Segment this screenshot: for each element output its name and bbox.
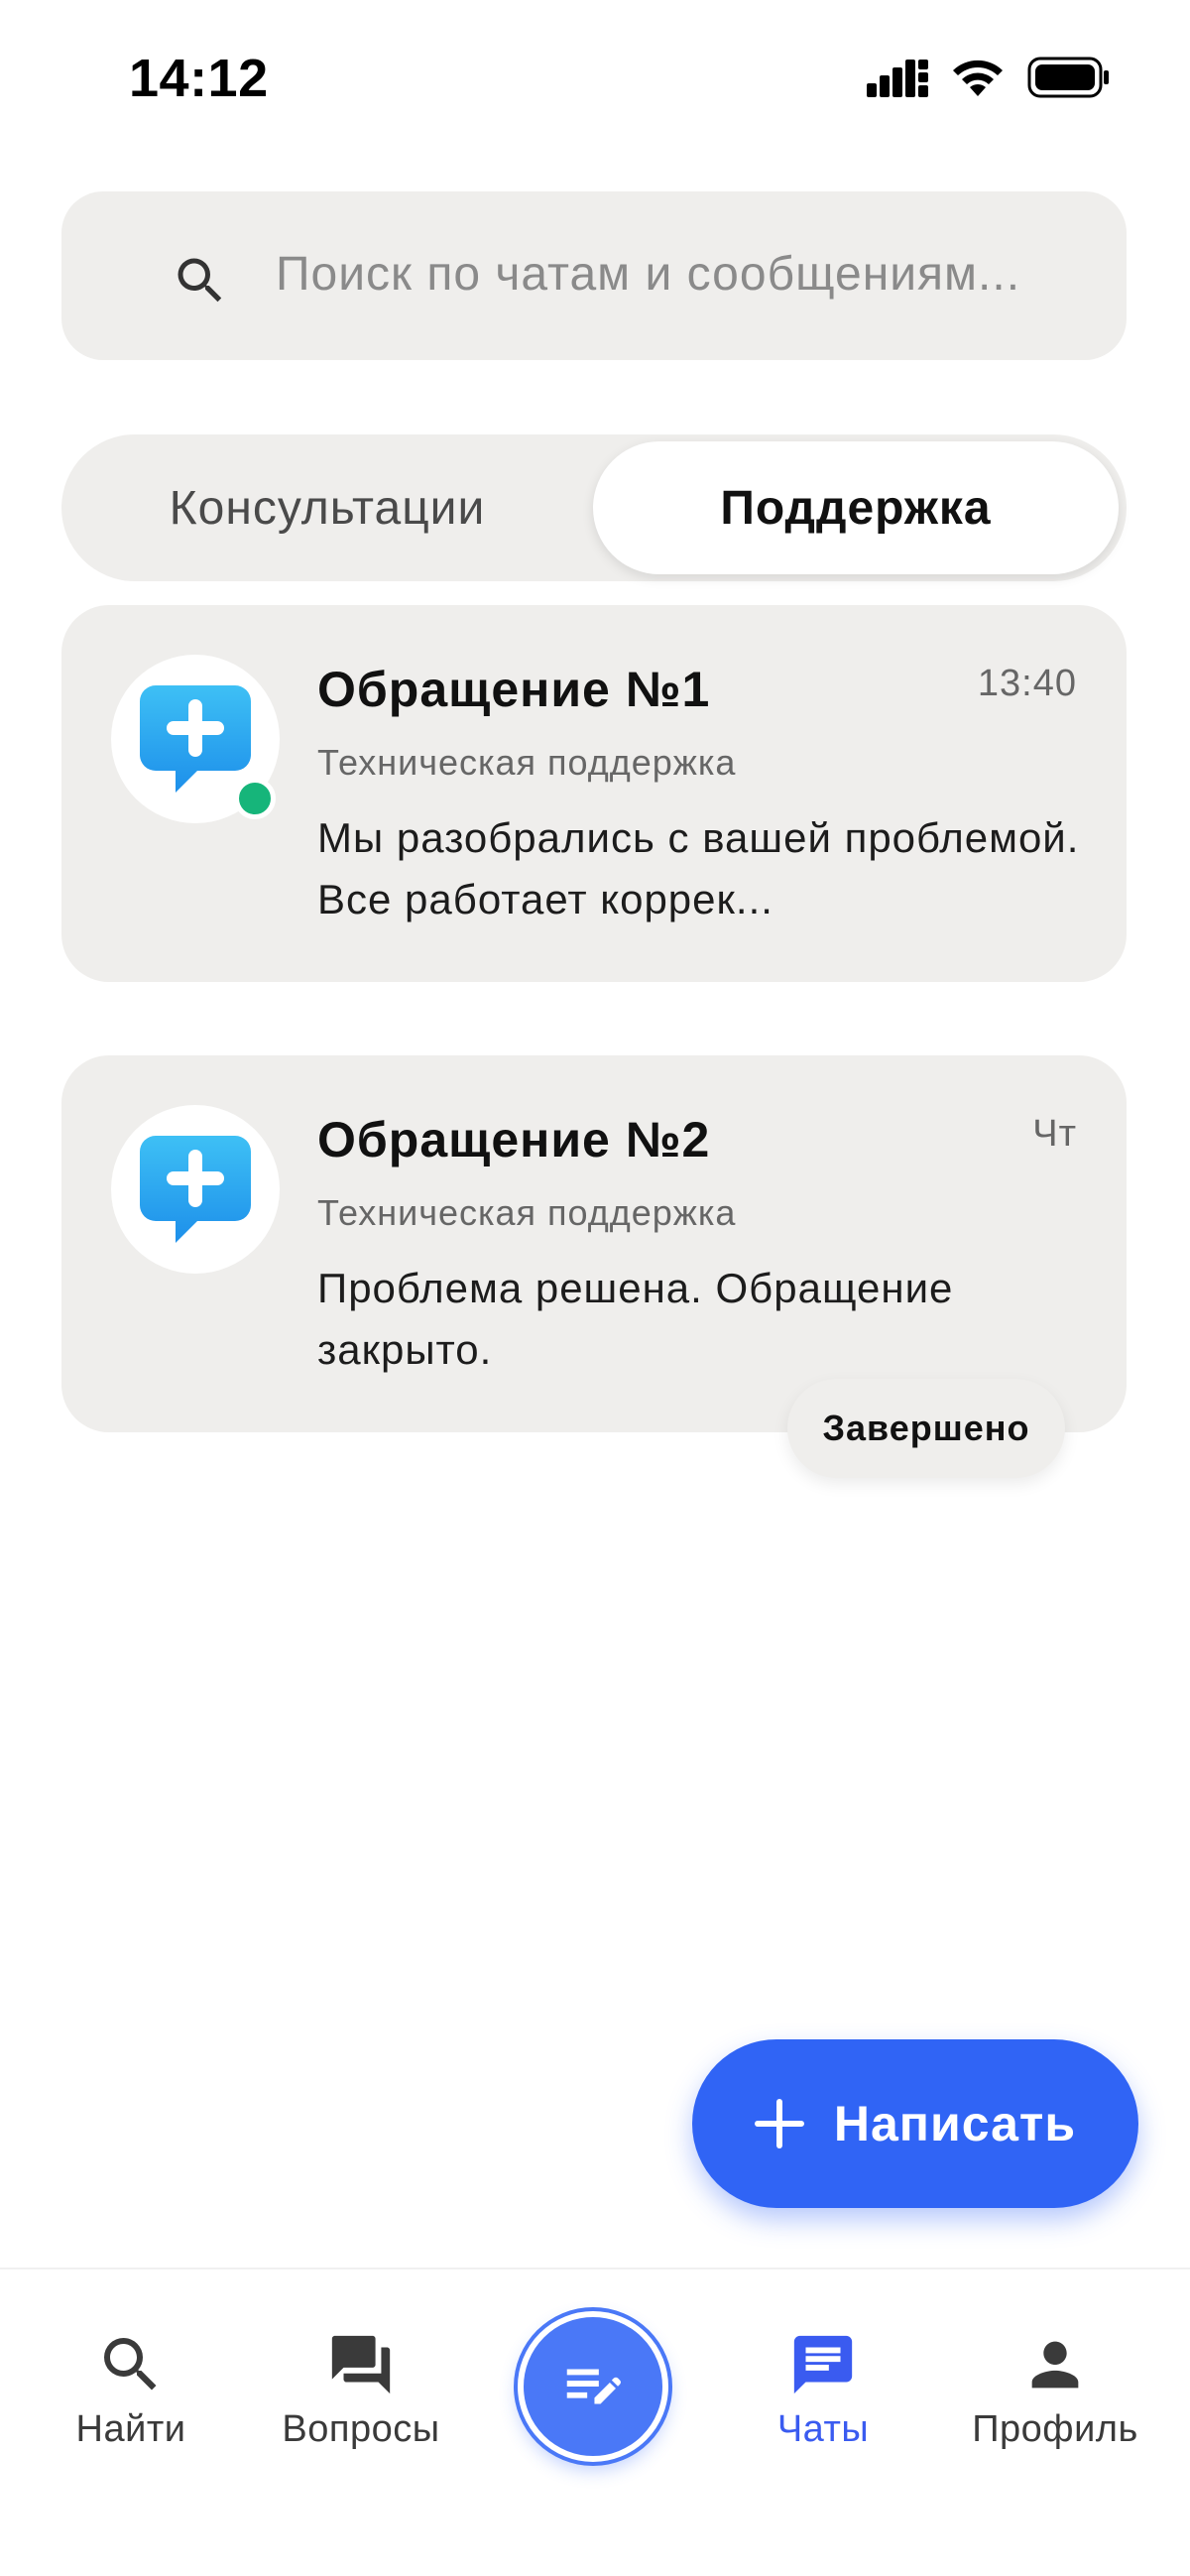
nav-item-search[interactable]: Найти [32, 2325, 230, 2451]
ticket-time: 13:40 [977, 663, 1077, 704]
search-icon [178, 258, 222, 303]
person-icon [1031, 2341, 1079, 2389]
support-chat-icon [140, 1136, 251, 1243]
ticket-title: Обращение №2 [317, 1112, 711, 1167]
cellular-signal-icon [867, 60, 928, 97]
nav-label: Чаты [776, 2408, 870, 2450]
support-chat-icon [140, 685, 251, 793]
ticket-last-message: Проблема решена. Обращение закрыто. [317, 1265, 954, 1373]
ticket-card-2[interactable]: Обращение №2 Чт Техническая поддержка Пр… [61, 1055, 1127, 1432]
tab-support[interactable]: Поддержка [593, 441, 1119, 574]
ticket-time: Чт [1032, 1113, 1077, 1155]
ticket-card-1[interactable]: Обращение №1 13:40 Техническая поддержка… [61, 605, 1127, 982]
ticket-last-message: Мы разобрались с вашей проблемой. Все ра… [317, 814, 1080, 922]
battery-icon [1027, 57, 1109, 98]
search-placeholder: Поиск по чатам и сообщениям... [276, 248, 1021, 301]
status-icons [867, 56, 1111, 99]
write-button[interactable]: Написать [692, 2039, 1138, 2208]
forum-icon [331, 2335, 391, 2394]
nav-item-chats[interactable]: Чаты [724, 2325, 922, 2451]
write-button-label: Написать [833, 2096, 1077, 2151]
ticket-category: Техническая поддержка [317, 1192, 737, 1233]
status-bar: 14:12 [0, 0, 1190, 149]
nav-label: Вопросы [282, 2408, 440, 2450]
status-badge: Завершено [787, 1379, 1065, 1478]
wifi-icon [953, 60, 1003, 96]
online-indicator [234, 778, 276, 819]
compose-button[interactable] [518, 2311, 668, 2462]
ticket-category: Техническая поддержка [317, 742, 737, 783]
edit-note-icon [566, 2369, 621, 2404]
ticket-title: Обращение №1 [317, 662, 711, 717]
chat-icon [793, 2335, 853, 2394]
plus-icon [754, 2099, 804, 2148]
bottom-navigation: Найти Вопросы Чаты Профиль [0, 2268, 1190, 2576]
nav-label: Найти [75, 2408, 186, 2450]
search-icon [104, 2338, 157, 2391]
nav-label: Профиль [972, 2408, 1138, 2450]
status-time: 14:12 [129, 49, 269, 108]
search-input[interactable]: Поиск по чатам и сообщениям... [61, 191, 1127, 360]
tab-consultations[interactable]: Консультации [61, 441, 593, 574]
nav-item-questions[interactable]: Вопросы [262, 2325, 460, 2451]
chat-type-tabs: Консультации Поддержка [61, 434, 1127, 581]
chats-screen: 14:12 Поиск по чатам и сообщениям... Кон… [0, 0, 1190, 2576]
avatar [111, 1105, 280, 1274]
nav-item-profile[interactable]: Профиль [956, 2325, 1154, 2451]
